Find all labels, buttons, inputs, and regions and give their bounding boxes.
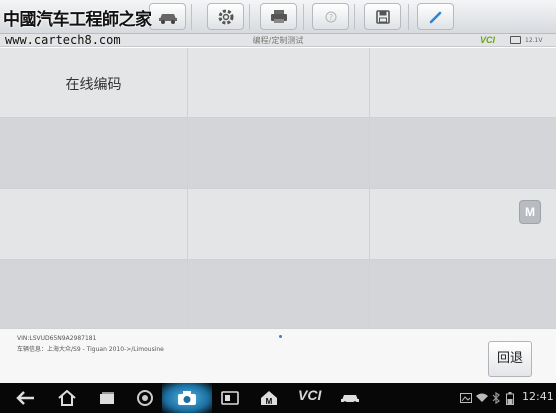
grid-cell[interactable] [0, 118, 187, 188]
grid-cell[interactable] [188, 48, 369, 117]
car-icon [341, 395, 359, 405]
back-button[interactable]: 回退 [488, 341, 532, 377]
help-icon: ? [325, 11, 336, 22]
grid-cell[interactable] [370, 48, 556, 117]
camera-shortcut[interactable] [175, 387, 199, 409]
svg-text:M: M [266, 397, 273, 406]
home-icon [58, 390, 76, 406]
grid-cell[interactable] [188, 189, 369, 259]
car-icon [158, 13, 177, 24]
back-icon [16, 391, 34, 405]
recent-apps-icon [100, 392, 114, 404]
grid-cell[interactable] [188, 260, 369, 331]
print-button[interactable] [260, 3, 297, 30]
vin-text: VIN:LSVUD65N9A2987181 [17, 335, 97, 342]
help-button[interactable]: ? [312, 3, 349, 30]
battery-status [498, 387, 522, 409]
settings-icon [218, 9, 233, 24]
voltage-readout: 12.1V [525, 37, 543, 44]
function-grid: 在线编码 [0, 48, 556, 331]
save-button[interactable] [364, 3, 401, 30]
grid-cell[interactable] [370, 118, 556, 188]
home-nav[interactable] [55, 387, 79, 409]
chrome-icon [137, 390, 153, 406]
vehicle-info-bar: VIN:LSVUD65N9A2987181 车辆信息：上海大众/S9 - Tig… [0, 328, 556, 383]
maxifix-side-button[interactable]: M [519, 200, 541, 224]
vci-label: VCI [480, 35, 496, 45]
battery-icon [506, 391, 514, 405]
watermark-url: www.cartech8.com [5, 33, 121, 47]
edit-icon [429, 11, 441, 23]
car-icon-button[interactable] [149, 3, 186, 30]
system-nav-bar: M VCI 12:41 [0, 383, 556, 413]
grid-cell[interactable] [370, 260, 556, 331]
vehicle-info-text: 车辆信息：上海大众/S9 - Tiguan 2010->/Limousine [17, 346, 164, 353]
back-nav[interactable] [14, 387, 38, 409]
m-label: M [525, 205, 535, 219]
svg-text:?: ? [328, 13, 332, 22]
screen-shortcut[interactable] [218, 387, 242, 409]
watermark-site-name: 中國汽车工程師之家 [3, 10, 152, 30]
maxifix-icon: M [261, 391, 277, 406]
grid-cell[interactable] [188, 118, 369, 188]
online-coding-label: 在线编码 [65, 77, 122, 93]
grid-cell[interactable]: 在线编码 [0, 48, 187, 117]
printer-icon [270, 10, 287, 23]
screen-icon [221, 391, 239, 405]
grid-cell[interactable] [0, 189, 187, 259]
vci-icon: VCI [298, 387, 322, 403]
grid-cell[interactable] [0, 260, 187, 331]
chrome-shortcut[interactable] [133, 387, 157, 409]
recent-apps-nav[interactable] [95, 387, 119, 409]
vci-shortcut[interactable]: VCI [298, 387, 321, 403]
battery-icon [510, 36, 521, 44]
save-icon [375, 9, 390, 24]
vci-status: VCI [480, 35, 495, 45]
car-shortcut[interactable] [338, 387, 362, 409]
page-indicator-dot [279, 335, 282, 338]
maxifix-shortcut[interactable]: M [257, 387, 281, 409]
edit-button[interactable] [417, 3, 454, 30]
settings-button[interactable] [207, 3, 244, 30]
camera-icon [178, 391, 196, 405]
clock: 12:41 [522, 390, 554, 403]
